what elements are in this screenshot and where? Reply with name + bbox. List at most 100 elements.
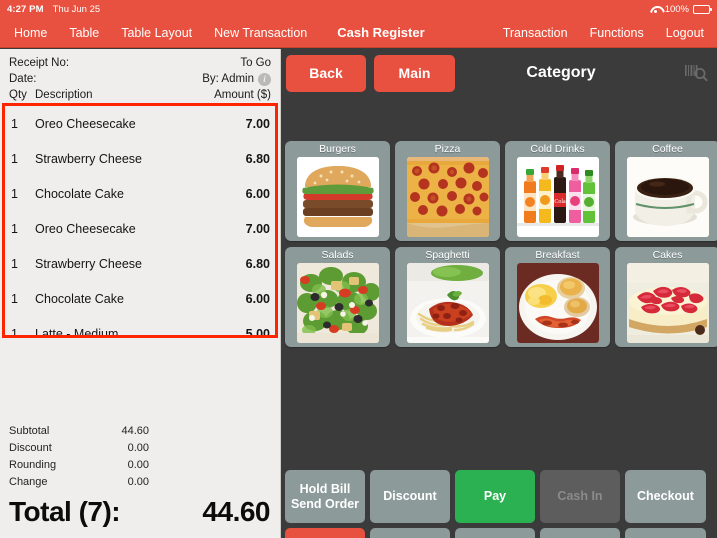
status-right-group: 100% <box>650 3 712 15</box>
subtotal-value: 44.60 <box>121 425 149 437</box>
line-item-qty: 1 <box>11 116 18 131</box>
line-item-description: Oreo Cheesecake <box>35 116 136 131</box>
line-item-description: Strawberry Cheese <box>35 256 142 271</box>
print-order-list-button[interactable]: Print OrderList <box>455 528 535 538</box>
discount-label: Discount <box>9 442 52 454</box>
tile-label: Cold Drinks <box>530 143 585 155</box>
line-item-amount: 6.00 <box>245 291 270 306</box>
change-value: 0.00 <box>127 476 149 488</box>
discount-button[interactable]: Discount <box>370 470 450 523</box>
receipt-line-item[interactable]: 1 Strawberry Cheese 6.80 <box>5 246 275 281</box>
status-time: 4:27 PM <box>7 3 44 15</box>
page-title: Cash Register <box>337 25 425 40</box>
line-item-amount: 6.00 <box>245 186 270 201</box>
spaghetti-plate-image <box>406 263 489 343</box>
category-tile-cold-drinks[interactable]: Cold Drinks Cola <box>505 141 610 241</box>
receipt-header: Receipt No: To Go Date: By: Admin i <box>0 49 280 87</box>
tile-label: Pizza <box>434 143 461 155</box>
tile-label: Breakfast <box>535 249 580 261</box>
cash-in-button: Cash In <box>540 470 620 523</box>
receipt-line-item[interactable]: 1 Chocolate Cake 6.00 <box>5 281 275 316</box>
line-item-amount: 6.80 <box>245 151 270 166</box>
favourites-button[interactable]: Favourites <box>540 528 620 538</box>
strawberry-cheesecake-image <box>626 263 709 343</box>
line-item-qty: 1 <box>11 256 18 271</box>
top-navigation-bar: Home Table Table Layout New Transaction … <box>0 18 717 48</box>
receipt-totals-summary: Subtotal 44.60 Discount 0.00 Rounding 0.… <box>0 98 411 538</box>
battery-icon <box>693 4 712 14</box>
change-label: Change <box>9 476 48 488</box>
tile-label: Spaghetti <box>425 249 470 261</box>
print-current-bill-button[interactable]: PrintCurrent Bill <box>370 528 450 538</box>
line-item-description: Chocolate Cake <box>35 291 124 306</box>
battery-percent-label: 100% <box>664 3 689 15</box>
pay-button[interactable]: Pay <box>455 470 535 523</box>
line-item-qty: 1 <box>11 326 18 338</box>
category-tile-spaghetti[interactable]: Spaghetti <box>395 247 500 347</box>
nav-item-table[interactable]: Table <box>69 26 99 40</box>
category-tile-burgers[interactable]: Burgers <box>285 141 390 241</box>
pizza-image <box>406 157 489 237</box>
line-item-description: Chocolate Cake <box>35 186 124 201</box>
column-header-description: Description <box>35 89 93 101</box>
tile-label: Cakes <box>652 249 683 261</box>
receipt-line-item[interactable]: 1 Strawberry Cheese 6.80 <box>5 141 275 176</box>
tile-label: Burgers <box>319 143 356 155</box>
nav-item-logout[interactable]: Logout <box>666 26 704 40</box>
nav-item-home[interactable]: Home <box>14 26 47 40</box>
line-item-amount: 7.00 <box>245 116 270 131</box>
line-item-qty: 1 <box>11 221 18 236</box>
back-button[interactable]: Back <box>286 54 366 92</box>
category-tile-coffee[interactable]: Coffee <box>615 141 717 241</box>
receipt-line-item[interactable]: 1 Latte - Medium 5.00 <box>5 316 275 338</box>
action-button-area: Hold Bill Send Order Discount Pay Cash In… <box>281 421 717 538</box>
receipt-no-label: Receipt No: <box>9 57 70 69</box>
totals-left-column: Subtotal 44.60 Discount 0.00 Rounding 0.… <box>9 423 149 491</box>
salad-bowl-image <box>296 263 379 343</box>
line-item-description: Oreo Cheesecake <box>35 221 136 236</box>
category-tile-breakfast[interactable]: Breakfast <box>505 247 610 347</box>
line-item-qty: 1 <box>11 151 18 166</box>
pos-app-window: 4:27 PM Thu Jun 25 100% Home Table Table… <box>0 0 717 538</box>
category-tile-salads[interactable]: Salads <box>285 247 390 347</box>
rounding-label: Rounding <box>9 459 57 471</box>
action-row-primary: Hold Bill Send Order Discount Pay Cash In… <box>281 470 717 523</box>
svg-text:Cola: Cola <box>554 199 566 205</box>
nav-right-group: Transaction Functions Logout <box>503 26 717 40</box>
burger-image <box>296 157 379 237</box>
nav-item-functions[interactable]: Functions <box>590 26 644 40</box>
receipt-line-item[interactable]: 1 Oreo Cheesecake 7.00 <box>5 106 275 141</box>
status-date: Thu Jun 25 <box>52 3 101 15</box>
checkout-button[interactable]: Checkout <box>625 470 706 523</box>
line-item-qty: 1 <box>11 291 18 306</box>
nav-item-transaction[interactable]: Transaction <box>503 26 568 40</box>
ios-status-bar: 4:27 PM Thu Jun 25 100% <box>0 0 717 18</box>
grand-total-bar: Total (7): 44.60 <box>0 495 280 538</box>
category-panel: Back Main Category Burgers Pizza Cold Dr… <box>281 49 717 538</box>
subtotal-row: Subtotal 44.60 <box>9 423 149 440</box>
receipt-panel: Receipt No: To Go Date: By: Admin i Qty … <box>0 49 411 538</box>
nav-item-new-transaction[interactable]: New Transaction <box>214 26 307 40</box>
category-tile-cakes[interactable]: Cakes <box>615 247 717 347</box>
more-functions-button[interactable]: MoreFunctions <box>625 528 706 538</box>
nav-left-group: Home Table Table Layout New Transaction <box>0 26 307 40</box>
barcode-search-icon[interactable] <box>683 61 709 85</box>
receipt-line-item[interactable]: 1 Chocolate Cake 6.00 <box>5 176 275 211</box>
action-row-secondary: Void PrintCurrent Bill Print OrderList F… <box>281 528 717 538</box>
receipt-operator-label: By: Admin <box>202 73 254 85</box>
line-item-amount: 7.00 <box>245 221 270 236</box>
nav-item-table-layout[interactable]: Table Layout <box>121 26 192 40</box>
receipt-line-item[interactable]: 1 Oreo Cheesecake 7.00 <box>5 211 275 246</box>
tile-label: Coffee <box>652 143 683 155</box>
info-icon[interactable]: i <box>258 72 271 86</box>
rounding-row: Rounding 0.00 <box>9 457 149 474</box>
wifi-icon <box>650 5 661 14</box>
receipt-items-list[interactable]: 1 Oreo Cheesecake 7.00 1 Strawberry Chee… <box>2 103 278 338</box>
hold-bill-send-order-button[interactable]: Hold Bill Send Order <box>285 470 365 523</box>
category-tile-pizza[interactable]: Pizza <box>395 141 500 241</box>
receipt-blank-space <box>0 338 280 423</box>
void-button[interactable]: Void <box>285 528 365 538</box>
line-item-description: Latte - Medium <box>35 326 119 338</box>
rounding-value: 0.00 <box>127 459 149 471</box>
change-row: Change 0.00 <box>9 474 149 491</box>
